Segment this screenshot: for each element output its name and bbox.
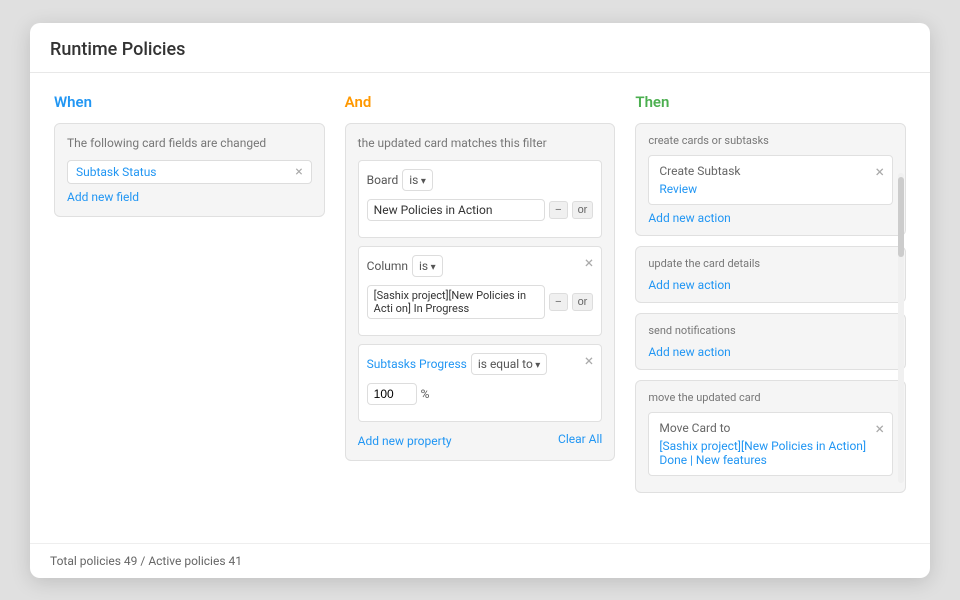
- move-card-action-value[interactable]: [Sashix project][New Policies in Action]…: [659, 439, 882, 467]
- when-column: When The following card fields are chang…: [54, 93, 325, 523]
- page-title: Runtime Policies: [30, 23, 930, 73]
- update-section: update the card details Add new action: [635, 246, 906, 303]
- board-value-row: New Policies in Action − or: [367, 199, 594, 221]
- create-subtask-close-icon[interactable]: ×: [875, 162, 884, 181]
- notify-add-action-link[interactable]: Add new action: [648, 345, 893, 359]
- subtask-status-label: Subtask Status: [76, 165, 157, 179]
- create-subtask-action-label: Create Subtask: [659, 164, 882, 178]
- main-window: Runtime Policies When The following card…: [30, 23, 930, 578]
- create-section: create cards or subtasks × Create Subtas…: [635, 123, 906, 236]
- add-field-link[interactable]: Add new field: [67, 190, 312, 204]
- update-add-action-link[interactable]: Add new action: [648, 278, 893, 292]
- notify-section: send notifications Add new action: [635, 313, 906, 370]
- column-filter-close-icon[interactable]: ×: [585, 253, 594, 272]
- board-value: New Policies in Action: [367, 199, 545, 221]
- create-subtask-action-value[interactable]: Review: [659, 182, 882, 196]
- clear-all-link[interactable]: Clear All: [558, 432, 602, 446]
- move-card-close-icon[interactable]: ×: [875, 419, 884, 438]
- column-filter-label: Column: [367, 259, 408, 273]
- column-or-btn[interactable]: or: [572, 293, 594, 311]
- subtasks-progress-label-row: Subtasks Progress is equal to: [367, 353, 594, 375]
- then-header: Then: [635, 93, 906, 111]
- when-section-box: The following card fields are changed Su…: [54, 123, 325, 217]
- percent-sign: %: [421, 387, 430, 401]
- and-section-box: the updated card matches this filter Boa…: [345, 123, 616, 461]
- remove-subtask-status-icon[interactable]: ×: [295, 165, 302, 179]
- footer: Total policies 49 / Active policies 41: [30, 543, 930, 578]
- column-operator-dropdown[interactable]: is: [412, 255, 443, 277]
- and-header: And: [345, 93, 616, 111]
- subtask-status-row: Subtask Status ×: [67, 160, 312, 184]
- window-content: When The following card fields are chang…: [30, 73, 930, 578]
- subtasks-progress-close-icon[interactable]: ×: [585, 351, 594, 370]
- move-card-action-box: × Move Card to [Sashix project][New Poli…: [648, 412, 893, 476]
- create-subtask-action-box: × Create Subtask Review: [648, 155, 893, 205]
- main-area: When The following card fields are chang…: [30, 73, 930, 543]
- notify-section-title: send notifications: [648, 324, 893, 337]
- board-operator-dropdown[interactable]: is: [402, 169, 433, 191]
- subtasks-progress-filter-block: × Subtasks Progress is equal to %: [358, 344, 603, 422]
- column-minus-btn[interactable]: −: [549, 293, 567, 311]
- scrollbar-thumb[interactable]: [898, 177, 904, 257]
- move-section-title: move the updated card: [648, 391, 893, 404]
- board-filter-label: Board: [367, 173, 399, 187]
- column-filter-block: × Column is [Sashix project][New Policie…: [358, 246, 603, 336]
- board-minus-btn[interactable]: −: [549, 201, 567, 219]
- create-add-action-link[interactable]: Add new action: [648, 211, 893, 225]
- board-filter-block: Board is New Policies in Action − or: [358, 160, 603, 238]
- board-or-btn[interactable]: or: [572, 201, 594, 219]
- footer-text: Total policies 49 / Active policies 41: [50, 554, 242, 568]
- subtasks-progress-label: Subtasks Progress: [367, 357, 467, 371]
- when-header: When: [54, 93, 325, 111]
- create-section-title: create cards or subtasks: [648, 134, 893, 147]
- add-clear-row: Add new property Clear All: [358, 430, 603, 448]
- subtasks-progress-value-row: %: [367, 383, 594, 405]
- column-value: [Sashix project][New Policies in Acti on…: [367, 285, 545, 319]
- subtasks-progress-input[interactable]: [367, 383, 417, 405]
- move-section: move the updated card × Move Card to [Sa…: [635, 380, 906, 493]
- and-column: And the updated card matches this filter…: [345, 93, 616, 523]
- and-section-title: the updated card matches this filter: [358, 136, 603, 150]
- then-column: Then create cards or subtasks × Create S…: [635, 93, 906, 523]
- move-card-action-label: Move Card to: [659, 421, 882, 435]
- column-value-row: [Sashix project][New Policies in Acti on…: [367, 285, 594, 319]
- subtask-status-tag[interactable]: Subtask Status ×: [67, 160, 312, 184]
- scrollbar-track: [898, 173, 904, 483]
- board-filter-row: Board is: [367, 169, 594, 191]
- when-section-title: The following card fields are changed: [67, 136, 312, 150]
- add-new-property-link[interactable]: Add new property: [358, 434, 452, 448]
- update-section-title: update the card details: [648, 257, 893, 270]
- column-filter-label-row: Column is: [367, 255, 594, 277]
- subtasks-progress-operator-dropdown[interactable]: is equal to: [471, 353, 547, 375]
